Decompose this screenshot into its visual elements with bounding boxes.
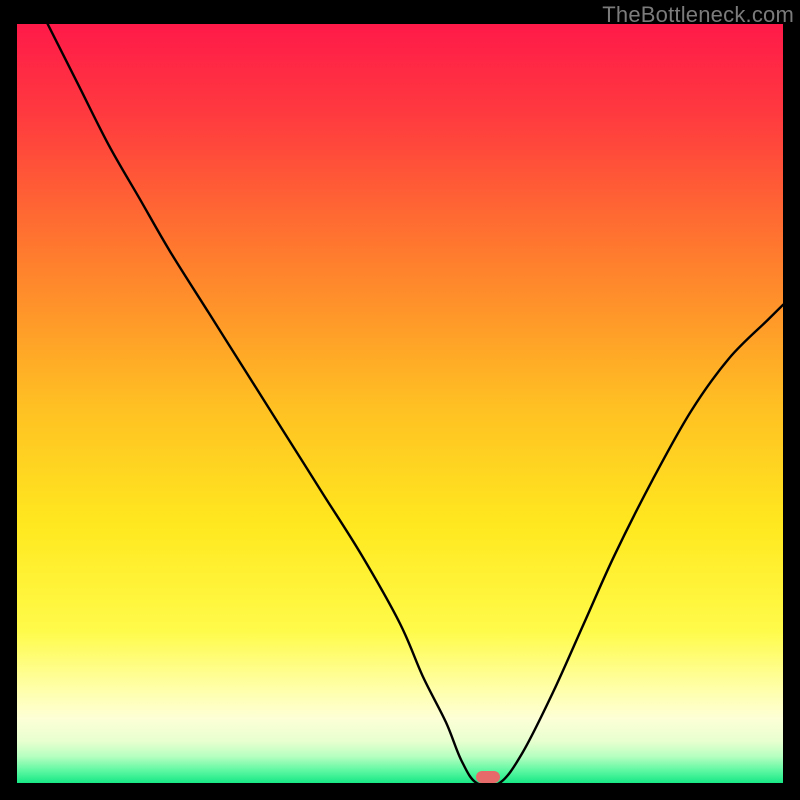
bottleneck-marker — [476, 771, 501, 783]
plot-area — [17, 24, 783, 783]
bottleneck-curve — [17, 24, 783, 783]
watermark-text: TheBottleneck.com — [602, 2, 794, 28]
chart-frame: TheBottleneck.com — [0, 0, 800, 800]
